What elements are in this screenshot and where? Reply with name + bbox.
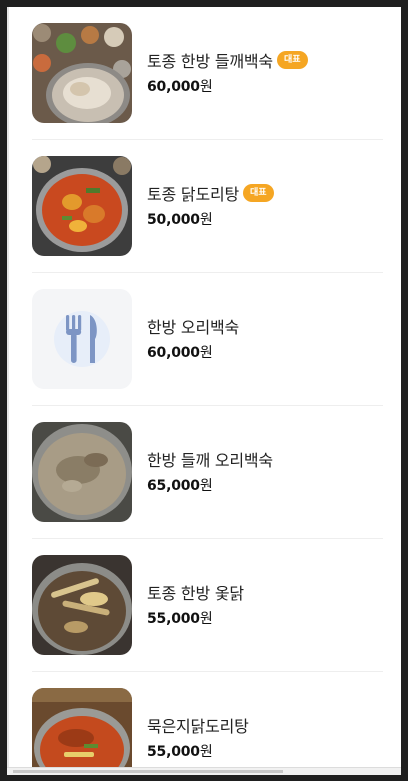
signature-badge: 대표 — [276, 51, 308, 69]
price-value: 60,000 — [147, 79, 200, 95]
menu-item-photo[interactable] — [32, 156, 132, 256]
price-unit: 원 — [199, 478, 213, 494]
menu-item[interactable]: 묵은지닭도리탕 55,000원 — [7, 672, 401, 775]
horizontal-scrollbar[interactable] — [7, 767, 401, 775]
menu-item-name: 토종 한방 들깨백숙 — [147, 52, 273, 71]
price-value: 60,000 — [147, 345, 200, 361]
menu-item-photo[interactable] — [32, 688, 132, 775]
scrollbar-thumb[interactable] — [13, 770, 283, 773]
price-unit: 원 — [199, 212, 213, 228]
price-value: 50,000 — [147, 212, 200, 228]
menu-item-name: 한방 오리백숙 — [147, 318, 240, 337]
menu-item[interactable]: 한방 들깨 오리백숙 65,000원 — [7, 406, 401, 539]
price-value: 65,000 — [147, 478, 200, 494]
price-unit: 원 — [199, 611, 213, 627]
menu-item-name: 한방 들깨 오리백숙 — [147, 451, 273, 470]
price-value: 55,000 — [147, 744, 200, 760]
menu-item-price: 60,000원 — [147, 76, 391, 96]
menu-item-price: 65,000원 — [147, 475, 391, 495]
fork-knife-icon — [66, 315, 97, 363]
menu-item-price: 50,000원 — [147, 209, 391, 229]
menu-item-photo[interactable] — [32, 422, 132, 522]
price-value: 55,000 — [147, 611, 200, 627]
menu-item-photo-placeholder[interactable] — [32, 289, 132, 389]
price-unit: 원 — [199, 345, 213, 361]
menu-item-photo[interactable] — [32, 23, 132, 123]
price-unit: 원 — [199, 744, 213, 760]
menu-item-price: 60,000원 — [147, 342, 391, 362]
menu-item-price: 55,000원 — [147, 608, 391, 628]
menu-item-photo[interactable] — [32, 555, 132, 655]
menu-panel: 토종 한방 들깨백숙 대표 60,000원 토종 닭도리탕 대표 50,000원… — [7, 7, 401, 775]
price-unit: 원 — [199, 79, 213, 95]
menu-item[interactable]: 토종 한방 옻닭 55,000원 — [7, 539, 401, 672]
menu-item-name: 토종 닭도리탕 — [147, 185, 240, 204]
menu-list: 토종 한방 들깨백숙 대표 60,000원 토종 닭도리탕 대표 50,000원… — [7, 7, 401, 775]
menu-item-name: 토종 한방 옻닭 — [147, 584, 244, 603]
menu-item-price: 55,000원 — [147, 741, 391, 761]
menu-item[interactable]: 토종 한방 들깨백숙 대표 60,000원 — [7, 7, 401, 140]
menu-item[interactable]: 토종 닭도리탕 대표 50,000원 — [7, 140, 401, 273]
menu-item-name: 묵은지닭도리탕 — [147, 717, 249, 736]
menu-item[interactable]: 한방 오리백숙 60,000원 — [7, 273, 401, 406]
signature-badge: 대표 — [243, 184, 274, 202]
